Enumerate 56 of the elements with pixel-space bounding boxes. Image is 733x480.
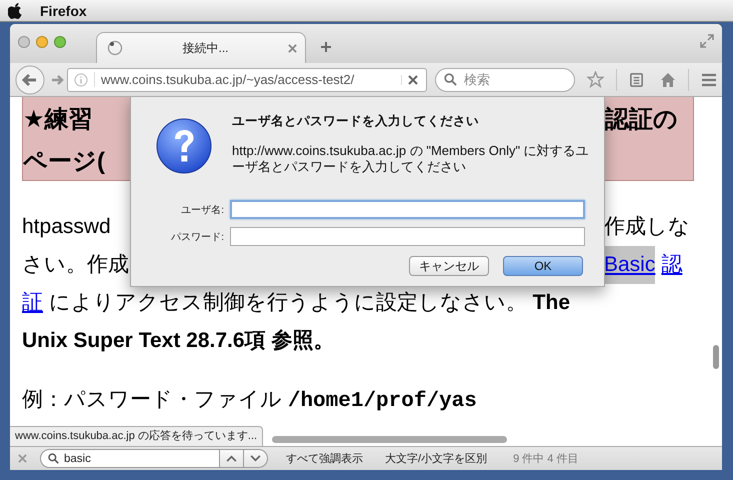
- new-tab-icon[interactable]: [320, 41, 332, 53]
- search-icon: [444, 72, 457, 86]
- dialog-title: ユーザ名とパスワードを入力してください: [232, 113, 479, 130]
- body-text: さい。作成: [22, 252, 129, 278]
- stop-icon[interactable]: [401, 74, 418, 84]
- body-text: /home1/prof/yas: [288, 390, 477, 413]
- back-button[interactable]: [15, 64, 45, 94]
- apple-logo-icon[interactable]: [8, 2, 22, 18]
- status-tooltip: www.coins.tsukuba.ac.jp の応答を待っています...: [10, 426, 264, 446]
- menu-icon[interactable]: [701, 72, 717, 86]
- link[interactable]: 証: [22, 291, 43, 314]
- close-window-button[interactable]: [18, 36, 30, 48]
- body-text: The: [532, 291, 570, 314]
- search-field[interactable]: 検索: [435, 68, 575, 92]
- body-text: 作成しな: [604, 214, 690, 240]
- body-text: Unix Super Text 28.7.6項 参照。: [22, 329, 334, 352]
- app-menu[interactable]: Firefox: [40, 2, 87, 18]
- fullscreen-icon[interactable]: [700, 34, 714, 48]
- bookmark-star-icon[interactable]: [587, 71, 604, 88]
- reading-list-icon[interactable]: [629, 72, 644, 87]
- ok-button[interactable]: OK: [503, 256, 583, 276]
- close-icon[interactable]: [288, 44, 297, 52]
- match-count: 9 件中 4 件目: [513, 452, 578, 466]
- body-text: htpasswd: [22, 214, 111, 240]
- browser-tab[interactable]: 接続中...: [96, 32, 306, 63]
- home-icon[interactable]: [660, 72, 676, 88]
- find-field[interactable]: basic: [40, 449, 220, 468]
- body-text: によりアクセス制御を行うように設定しなさい。: [48, 291, 528, 314]
- page-heading: ★練習: [23, 105, 94, 135]
- info-icon[interactable]: [74, 72, 88, 86]
- page-heading: ページ(: [23, 147, 106, 177]
- match-case-button[interactable]: 大文字/小文字を区別: [381, 451, 492, 466]
- search-icon: [48, 453, 59, 464]
- highlight-all-button[interactable]: すべて強調表示: [282, 451, 367, 466]
- field-label: ユーザ名:: [180, 204, 224, 216]
- minimize-window-button[interactable]: [36, 36, 48, 48]
- input-field[interactable]: [230, 227, 585, 246]
- horizontal-scrollbar[interactable]: [272, 436, 507, 443]
- cancel-button[interactable]: キャンセル: [409, 256, 489, 276]
- page-heading: 認証の: [605, 105, 679, 135]
- chevron-up-icon: [226, 455, 237, 462]
- link[interactable]: 認: [661, 246, 682, 284]
- dialog-message: http://www.coins.tsukuba.ac.jp の "Members Only" に対するユーザ名とパスワードを入力してください: [232, 143, 590, 175]
- field-label: パスワード:: [170, 230, 224, 244]
- forward-button[interactable]: [51, 74, 65, 86]
- find-previous-button[interactable]: [220, 449, 244, 468]
- input-field[interactable]: [230, 200, 585, 219]
- find-next-button[interactable]: [244, 449, 268, 468]
- question-icon: [156, 118, 212, 174]
- tab-title: 接続中...: [181, 40, 230, 56]
- zoom-window-button[interactable]: [54, 36, 66, 48]
- close-icon[interactable]: [18, 454, 27, 463]
- address-bar[interactable]: www.coins.tsukuba.ac.jp/~yas/access-test2/: [67, 68, 427, 92]
- chevron-down-icon: [250, 455, 261, 462]
- body-text: 例：パスワード・ファイル: [22, 388, 283, 411]
- link[interactable]: Basic: [604, 246, 656, 284]
